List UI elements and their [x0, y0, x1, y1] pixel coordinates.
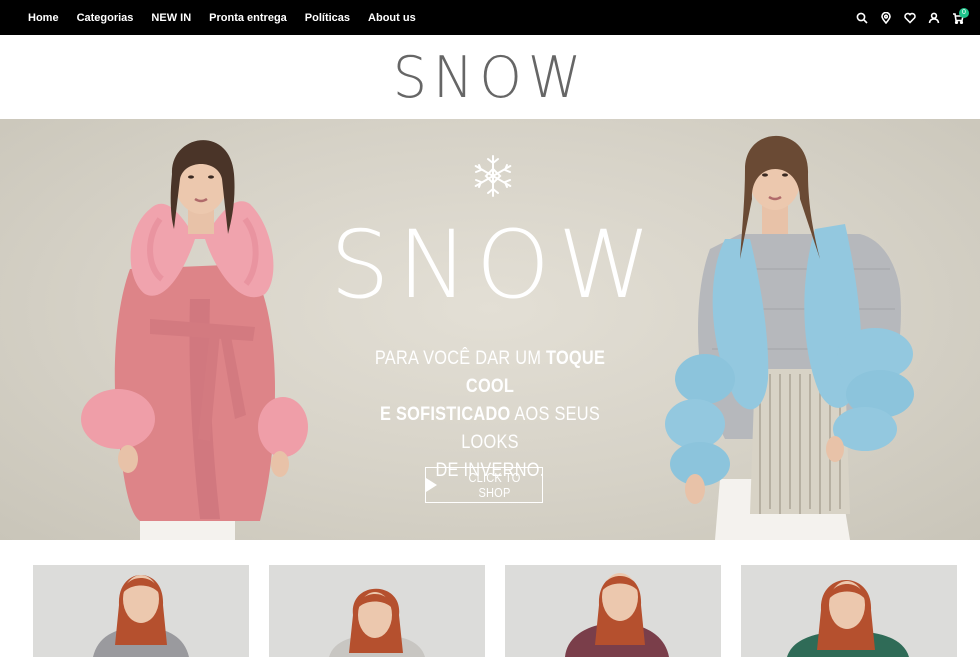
top-navigation-bar: Home Categorias NEW IN Pronta entrega Po…: [0, 0, 980, 35]
location-icon[interactable]: [874, 0, 898, 35]
nav-about-us[interactable]: About us: [368, 12, 416, 24]
click-to-shop-button[interactable]: CLICK TO SHOP: [425, 467, 543, 503]
site-header: SNOW: [0, 35, 980, 119]
snowflake-icon: [474, 155, 512, 197]
nav-categorias[interactable]: Categorias: [77, 12, 134, 24]
product-image-1: [93, 575, 189, 657]
cart-count-badge: 0: [959, 8, 969, 18]
product-card-4[interactable]: [741, 565, 957, 657]
user-icon[interactable]: [922, 0, 946, 35]
hero-tagline: PARA VOCÊ DAR UM TOQUE COOL E SOFISTICAD…: [352, 345, 627, 485]
site-logo[interactable]: SNOW: [393, 44, 588, 110]
product-image-3: [565, 573, 669, 657]
play-icon: [426, 478, 437, 492]
tagline-line2-bold: E SOFISTICADO: [380, 404, 511, 425]
cart-icon[interactable]: 0: [946, 0, 970, 35]
main-menu: Home Categorias NEW IN Pronta entrega Po…: [28, 0, 434, 35]
hero-logo: SNOW: [330, 211, 659, 320]
product-card-3[interactable]: [505, 565, 721, 657]
hero-banner[interactable]: SNOW PARA VOCÊ DAR UM TOQUE COOL E SOFIS…: [0, 119, 980, 540]
model-pink-coat-image: [81, 140, 308, 540]
heart-icon[interactable]: [898, 0, 922, 35]
hero-content: SNOW PARA VOCÊ DAR UM TOQUE COOL E SOFIS…: [330, 119, 659, 540]
product-card-2[interactable]: [269, 565, 485, 657]
tagline-line1-regular: PARA VOCÊ DAR UM: [374, 348, 547, 369]
nav-pronta-entrega[interactable]: Pronta entrega: [209, 12, 287, 24]
product-card-1[interactable]: [33, 565, 249, 657]
nav-new-in[interactable]: NEW IN: [151, 12, 191, 24]
cta-label: CLICK TO SHOP: [468, 470, 521, 500]
search-icon[interactable]: [850, 0, 874, 35]
product-image-2: [329, 588, 425, 657]
nav-home[interactable]: Home: [28, 12, 59, 24]
product-grid: [0, 540, 980, 657]
model-blue-fur-jacket-image: [665, 135, 914, 540]
nav-politicas[interactable]: Políticas: [305, 12, 350, 24]
header-icons: 0: [850, 0, 970, 35]
product-image-4: [787, 580, 909, 657]
